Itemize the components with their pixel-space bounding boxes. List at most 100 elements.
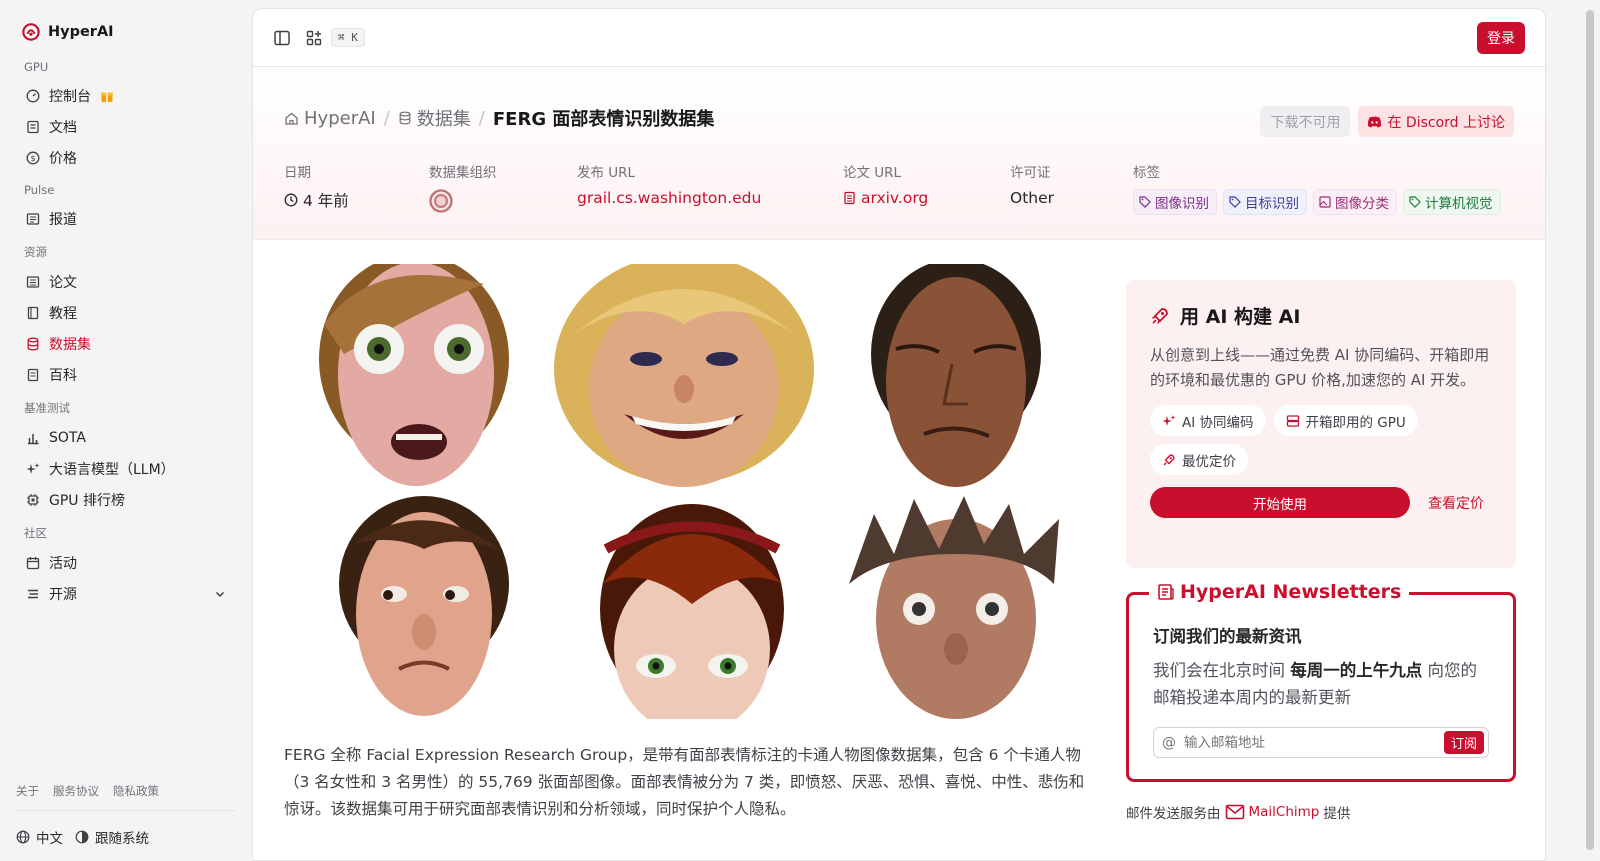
feature-chip-label: 开箱即用的 GPU: [1305, 414, 1406, 431]
sidebar-item-tutorials[interactable]: 教程: [16, 297, 236, 328]
discord-button-label: 在 Discord 上讨论: [1387, 114, 1505, 131]
main-panel: ⌘ K 登录 HyperAI / 数据集 / FERG 面部表情识别数据集 下载…: [252, 8, 1546, 861]
sidebar-item-pricing[interactable]: $ 价格: [16, 142, 236, 173]
scrollbar-thumb[interactable]: [1586, 10, 1594, 850]
sidebar-item-docs[interactable]: 文档: [16, 111, 236, 142]
sidebar-item-opensource[interactable]: 开源: [16, 578, 236, 609]
topbar: ⌘ K 登录: [253, 9, 1545, 67]
download-button[interactable]: 下载不可用: [1260, 106, 1351, 137]
tag-icon: [1139, 196, 1151, 208]
sparkles-icon: [1162, 414, 1176, 426]
tag-list: 图像识别 目标识别 图像分类 计算机视觉: [1133, 189, 1501, 215]
sidebar-item-label: 教程: [49, 305, 77, 322]
page-scrollbar[interactable]: [1582, 0, 1600, 861]
dataset-description: FERG 全称 Facial Expression Research Group…: [284, 746, 1085, 818]
newsletter-text-before: 我们会在北京时间: [1153, 661, 1291, 680]
list-icon: [26, 587, 40, 601]
clock-icon: [284, 193, 298, 207]
feature-chip: 开箱即用的 GPU: [1273, 405, 1418, 436]
sidebar-item-label: SOTA: [49, 429, 86, 446]
footer-link-privacy[interactable]: 隐私政策: [113, 783, 159, 799]
promo-actions: 开始使用 查看定价: [1150, 487, 1492, 518]
mail-icon: [1225, 804, 1244, 820]
tag-chip[interactable]: 图像分类: [1313, 189, 1397, 215]
chevron-down-icon[interactable]: [214, 588, 226, 600]
group-label-pulse: Pulse: [24, 183, 55, 197]
rocket-icon: [1163, 453, 1175, 465]
sidebar: HyperAI GPU 控制台 文档 $ 价格 Pulse 报道 资源 论文 教…: [0, 0, 252, 861]
get-started-button[interactable]: 开始使用: [1150, 487, 1410, 518]
notebook-icon: [26, 306, 40, 320]
meta-paper-url-label: 论文 URL: [843, 165, 902, 181]
sidebar-item-papers[interactable]: 论文: [16, 266, 236, 297]
tag-chip[interactable]: 计算机视觉: [1403, 189, 1501, 215]
globe-icon: [16, 830, 30, 844]
newsletter-text-bold: 每周一的上午九点: [1290, 661, 1423, 680]
sidebar-item-wiki[interactable]: 百科: [16, 359, 236, 390]
sidebar-item-sota[interactable]: SOTA: [16, 422, 236, 453]
database-icon: [399, 111, 411, 125]
email-input[interactable]: [1184, 734, 1436, 751]
svg-text:$: $: [30, 154, 35, 163]
breadcrumb-separator: /: [478, 107, 485, 129]
calendar-icon: [26, 556, 40, 570]
sidebar-item-llm[interactable]: 大语言模型（LLM）: [16, 453, 236, 484]
promo-title-row: 用 AI 构建 AI: [1150, 302, 1492, 329]
breadcrumb-datasets-label: 数据集: [416, 109, 471, 130]
subscribe-button[interactable]: 订阅: [1443, 731, 1484, 754]
tag-chip[interactable]: 目标识别: [1223, 189, 1307, 215]
tag-chip[interactable]: 图像识别: [1133, 189, 1217, 215]
sidebar-item-datasets[interactable]: 数据集: [16, 328, 236, 359]
home-icon: [285, 112, 298, 125]
at-sign-icon: @: [1162, 734, 1176, 751]
footer-link-about[interactable]: 关于: [16, 783, 39, 799]
release-url-link[interactable]: grail.cs.washington.edu: [577, 189, 761, 207]
feature-chip-label: AI 协同编码: [1182, 414, 1254, 431]
sidebar-item-gpu-ranking[interactable]: GPU 排行榜: [16, 484, 236, 515]
feature-chip-label: 最优定价: [1182, 453, 1236, 470]
sidebar-settings: 中文 跟随系统: [16, 827, 149, 847]
breadcrumb-datasets[interactable]: 数据集: [398, 105, 471, 131]
sidebar-item-label: 开源: [49, 586, 77, 603]
shortcut-hint: ⌘ K: [331, 28, 365, 47]
tag-icon: [1409, 196, 1421, 208]
newsletter-text: 我们会在北京时间 每周一的上午九点 向您的邮箱投递本周内的最新更新: [1153, 657, 1489, 711]
dataset-meta: 日期 4 年前 数据集组织 发布 URL grail.cs.washington…: [284, 161, 1514, 221]
mailchimp-link[interactable]: MailChimp: [1249, 804, 1320, 820]
discord-icon: [1368, 116, 1382, 127]
meta-org-row: [429, 189, 497, 213]
sidebar-toggle-icon[interactable]: [273, 29, 291, 47]
face-neutral-girl: [600, 504, 784, 719]
promo-features: AI 协同编码 开箱即用的 GPU 最优定价: [1150, 405, 1492, 475]
sidebar-item-label: 论文: [49, 274, 77, 291]
wiki-icon: [26, 368, 40, 382]
paper-url-link[interactable]: arxiv.org: [843, 189, 928, 207]
dataset-header: HyperAI / 数据集 / FERG 面部表情识别数据集 下载不可用 在 D…: [253, 67, 1545, 240]
language-switcher[interactable]: 中文: [16, 827, 63, 847]
language-label: 中文: [36, 831, 63, 847]
login-button[interactable]: 登录: [1477, 21, 1525, 54]
footer-link-terms[interactable]: 服务协议: [53, 783, 99, 799]
theme-switcher[interactable]: 跟随系统: [75, 827, 149, 847]
promo-card: 用 AI 构建 AI 从创意到上线——通过免费 AI 协同编码、开箱即用的环境和…: [1126, 280, 1516, 568]
sidebar-item-label: 数据集: [49, 336, 91, 353]
organization-logo[interactable]: [429, 189, 453, 213]
page-title: FERG 面部表情识别数据集: [492, 109, 715, 130]
mail-note-before: 邮件发送服务由: [1126, 806, 1221, 822]
sidebar-item-events[interactable]: 活动: [16, 547, 236, 578]
breadcrumb-separator: /: [383, 107, 390, 129]
breadcrumb-home[interactable]: HyperAI: [284, 108, 376, 129]
view-pricing-link[interactable]: 查看定价: [1428, 493, 1484, 513]
sidebar-item-console[interactable]: 控制台: [16, 80, 236, 111]
document-icon: [26, 275, 40, 289]
sidebar-item-label: 活动: [49, 555, 77, 572]
meta-date-value: 4 年前: [303, 192, 349, 210]
command-palette-trigger[interactable]: ⌘ K: [305, 28, 365, 47]
meta-license: 许可证 Other: [1010, 161, 1054, 207]
sidebar-item-news[interactable]: 报道: [16, 203, 236, 234]
discord-button[interactable]: 在 Discord 上讨论: [1358, 106, 1514, 137]
newsletter-card: HyperAI Newsletters 订阅我们的最新资讯 我们会在北京时间 每…: [1126, 581, 1516, 782]
tag-label: 目标识别: [1245, 196, 1299, 212]
brand[interactable]: HyperAI: [16, 18, 236, 46]
meta-tags: 标签 图像识别 目标识别 图像分类 计算机视觉: [1133, 161, 1501, 215]
